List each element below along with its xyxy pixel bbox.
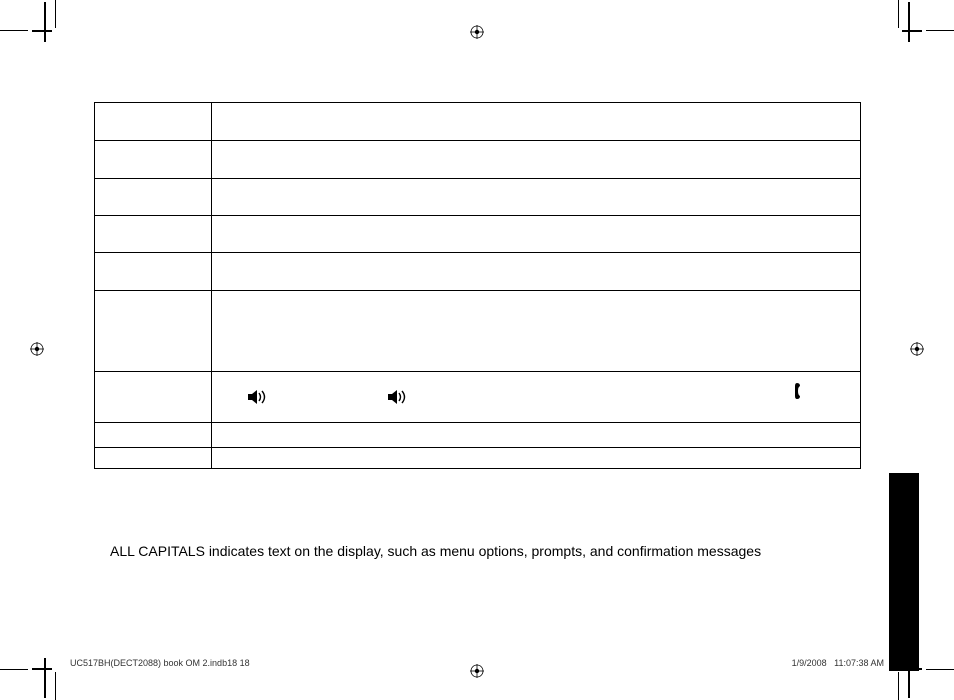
crop-mark: [898, 672, 899, 700]
table-row: [95, 103, 861, 141]
footer-date: 1/9/2008: [792, 658, 827, 668]
footer-datetime: 1/9/2008 11:07:38 AM: [792, 658, 884, 668]
table-cell: [95, 291, 212, 372]
table-cell: [212, 448, 861, 469]
table-row: [95, 253, 861, 291]
crop-mark: [902, 30, 922, 32]
table-row: [95, 216, 861, 253]
crop-mark: [0, 30, 28, 31]
page-area: ALL CAPITALS indicates text on the displ…: [60, 32, 894, 670]
crop-mark: [926, 669, 954, 670]
table-cell: [95, 423, 212, 448]
table-cell: [212, 141, 861, 179]
speaker-icon: [388, 390, 410, 404]
table-cell: [212, 423, 861, 448]
crop-mark: [32, 30, 52, 32]
table-row: [95, 291, 861, 372]
table-cell: [212, 103, 861, 141]
table-cell: [212, 253, 861, 291]
crop-mark: [44, 658, 46, 698]
table-cell: [95, 179, 212, 216]
handset-icon: [794, 382, 804, 400]
crop-mark: [44, 2, 46, 42]
table-cell: [95, 216, 212, 253]
speaker-icon: [248, 390, 270, 404]
crop-mark: [926, 30, 954, 31]
crop-mark: [898, 0, 899, 28]
content-table: [94, 102, 861, 469]
crop-mark: [55, 672, 56, 700]
table-cell: [212, 179, 861, 216]
crop-mark: [0, 669, 28, 670]
table-cell: [95, 372, 212, 423]
crop-mark: [908, 2, 910, 42]
display-note-text: ALL CAPITALS indicates text on the displ…: [110, 543, 884, 559]
table-row: [95, 423, 861, 448]
footer-time: 11:07:38 AM: [834, 658, 884, 668]
registration-target-icon: [910, 342, 924, 356]
crop-mark: [32, 668, 52, 670]
table-row: [95, 141, 861, 179]
registration-target-icon: [30, 342, 44, 356]
crop-mark: [55, 0, 56, 28]
page-footer: UC517BH(DECT2088) book OM 2.indb18 18 1/…: [70, 656, 884, 670]
table-row: [95, 448, 861, 469]
table-cell: [95, 103, 212, 141]
table-cell: [212, 372, 861, 423]
table-row: [95, 179, 861, 216]
table-cell: [95, 448, 212, 469]
table-cell: [212, 291, 861, 372]
table-cell: [95, 253, 212, 291]
table-cell: [212, 216, 861, 253]
footer-filename: UC517BH(DECT2088) book OM 2.indb18 18: [70, 658, 250, 668]
table-cell: [95, 141, 212, 179]
table-row: [95, 372, 861, 423]
bleed-bar: [889, 473, 919, 671]
